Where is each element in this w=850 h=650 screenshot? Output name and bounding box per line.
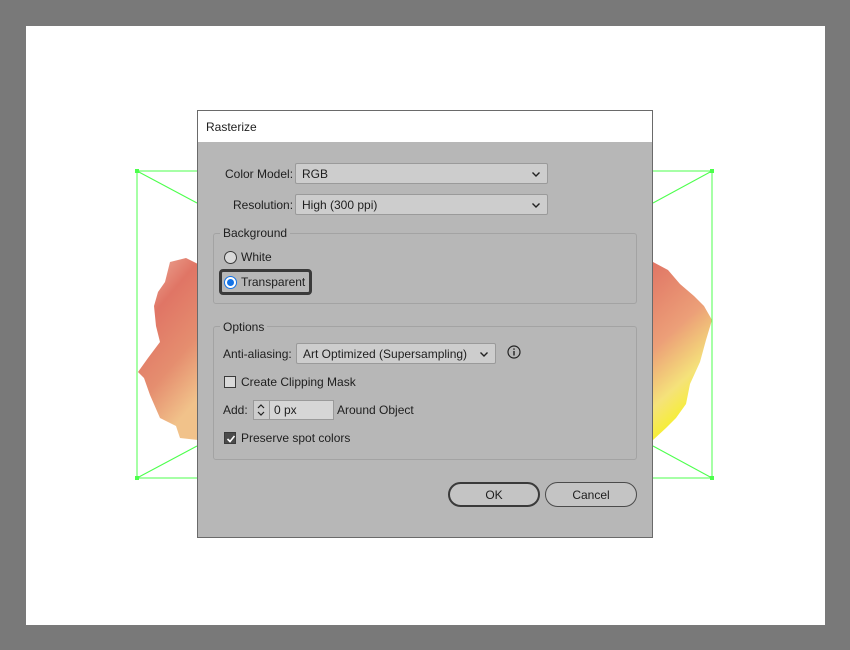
background-group-title: Background	[220, 226, 291, 240]
watercolor-stain-right	[653, 262, 712, 440]
cancel-button[interactable]: Cancel	[545, 482, 637, 507]
color-model-value: RGB	[302, 166, 329, 181]
anti-aliasing-value: Art Optimized (Supersampling)	[303, 346, 468, 361]
add-input-value: 0 px	[274, 403, 297, 417]
info-icon[interactable]	[507, 345, 521, 359]
radio-transparent[interactable]: Transparent	[224, 275, 305, 289]
around-object-label: Around Object	[337, 403, 414, 417]
radio-white[interactable]: White	[224, 250, 272, 264]
radio-transparent-control[interactable]	[224, 275, 237, 289]
ok-button[interactable]: OK	[448, 482, 540, 507]
checkmark-icon	[226, 435, 236, 443]
add-input[interactable]: 0 px	[269, 400, 334, 420]
radio-white-control[interactable]	[224, 250, 237, 264]
radio-transparent-label: Transparent	[241, 275, 306, 289]
chevron-down-icon	[532, 172, 540, 177]
stepper-icon	[257, 404, 265, 416]
resolution-label: Resolution:	[233, 198, 294, 212]
radio-white-label: White	[241, 250, 272, 264]
anti-aliasing-label: Anti-aliasing:	[223, 347, 292, 361]
chevron-down-icon	[480, 352, 488, 357]
dialog-title: Rasterize	[206, 119, 257, 134]
clipping-mask-checkbox-control[interactable]	[224, 376, 236, 388]
spot-colors-label: Preserve spot colors	[241, 431, 351, 445]
add-label: Add:	[223, 403, 248, 417]
spot-colors-checkbox-control[interactable]	[224, 432, 236, 444]
dialog-titlebar[interactable]: Rasterize	[198, 111, 652, 142]
resolution-value: High (300 ppi)	[302, 197, 378, 212]
color-model-label: Color Model:	[225, 167, 294, 181]
color-model-select[interactable]: RGB	[295, 163, 548, 184]
clipping-mask-label: Create Clipping Mask	[241, 375, 356, 389]
chevron-down-icon	[532, 203, 540, 208]
watercolor-stain-left	[138, 258, 200, 440]
clipping-mask-checkbox[interactable]: Create Clipping Mask	[224, 375, 356, 389]
anti-aliasing-select[interactable]: Art Optimized (Supersampling)	[296, 343, 496, 364]
options-group-title: Options	[220, 320, 268, 334]
add-stepper[interactable]	[253, 400, 269, 420]
rasterize-dialog: Rasterize Color Model: RGB Resolution: H…	[197, 110, 653, 538]
spot-colors-checkbox[interactable]: Preserve spot colors	[224, 431, 350, 445]
resolution-select[interactable]: High (300 ppi)	[295, 194, 548, 215]
